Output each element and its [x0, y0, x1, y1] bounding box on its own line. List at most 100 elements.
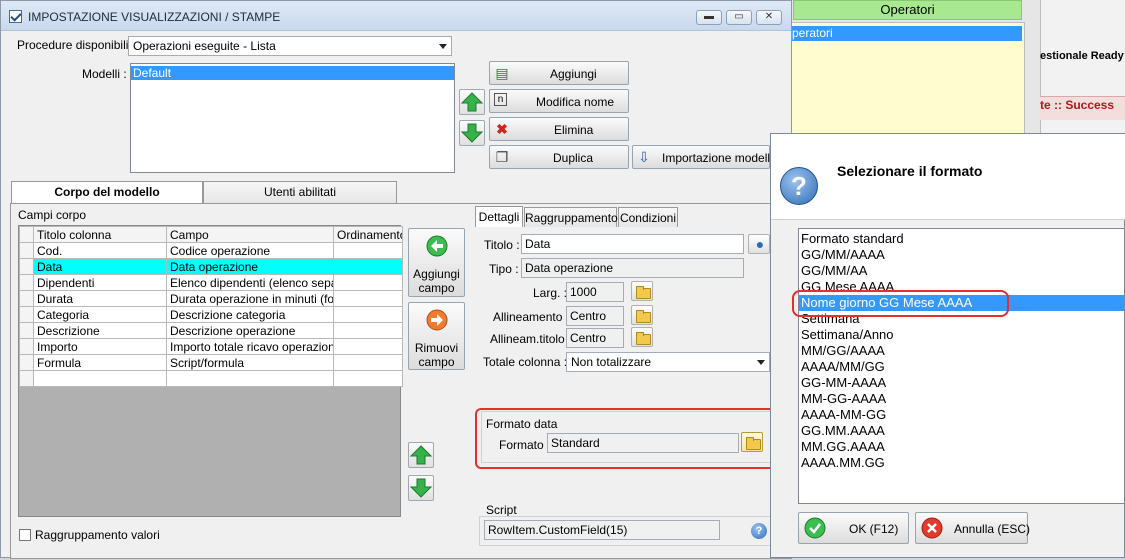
row-indicator[interactable] — [19, 322, 34, 339]
restore-button[interactable]: ▭ — [726, 10, 752, 25]
cell-order[interactable] — [333, 370, 403, 387]
table-row[interactable]: Categoria Descrizione categoria — [19, 306, 403, 323]
format-list-item[interactable]: GG-MM-AAAA — [801, 375, 886, 391]
format-list-item[interactable]: GG/MM/AAAA — [801, 247, 885, 263]
row-indicator[interactable] — [19, 370, 34, 387]
format-list-item[interactable]: AAAA.MM.GG — [801, 455, 885, 471]
cell-title[interactable]: Descrizione — [33, 322, 167, 339]
format-list-item[interactable]: AAAA-MM-GG — [801, 407, 886, 423]
format-list-item[interactable]: MM.GG.AAAA — [801, 439, 885, 455]
title-input[interactable]: Data — [521, 234, 744, 254]
tab-utenti-abilitati[interactable]: Utenti abilitati — [203, 181, 397, 203]
cell-title[interactable]: Categoria — [33, 306, 167, 323]
tab-raggruppamento[interactable]: Raggruppamento — [524, 207, 618, 227]
column-header-order[interactable]: Ordinamento — [333, 226, 403, 243]
translate-button[interactable]: ● — [748, 234, 770, 254]
cell-order[interactable] — [333, 306, 403, 323]
align-input[interactable]: Centro — [566, 306, 624, 326]
cell-field[interactable]: Codice operazione — [166, 242, 334, 259]
model-item-default[interactable]: Default — [131, 66, 454, 80]
table-row[interactable]: Formula Script/formula — [19, 354, 403, 371]
fields-table[interactable]: Titolo colonna Campo Ordinamento Cod. Cod… — [19, 226, 403, 387]
delete-model-button[interactable]: ✖ Elimina — [489, 117, 629, 141]
table-row[interactable]: Durata Durata operazione in minuti (for..… — [19, 290, 403, 307]
minimize-button[interactable]: ▬ — [696, 10, 722, 25]
cell-order[interactable] — [333, 354, 403, 371]
move-field-up-button[interactable] — [408, 442, 434, 468]
format-list-item[interactable]: GG.MM.AAAA — [801, 423, 885, 439]
tab-corpo-del-modello[interactable]: Corpo del modello — [11, 181, 203, 205]
width-input[interactable]: 1000 — [566, 282, 624, 302]
ok-button[interactable]: OK (F12) — [798, 512, 909, 544]
cell-field[interactable]: Data operazione — [166, 258, 334, 275]
cell-field[interactable]: Descrizione categoria — [166, 306, 334, 323]
column-header-field[interactable]: Campo — [166, 226, 334, 243]
cell-title[interactable]: Formula — [33, 354, 167, 371]
add-field-button[interactable]: Aggiungi campo — [408, 228, 465, 297]
table-row[interactable]: Descrizione Descrizione operazione — [19, 322, 403, 339]
cell-title[interactable]: Data — [33, 258, 167, 275]
title-bar[interactable]: IMPOSTAZIONE VISUALIZZAZIONI / STAMPE ▬ … — [1, 1, 791, 31]
cell-title[interactable]: Cod. — [33, 242, 167, 259]
procedure-select[interactable]: Operazioni eseguite - Lista — [128, 36, 452, 56]
move-field-down-button[interactable] — [408, 475, 434, 501]
help-icon[interactable]: ? — [751, 523, 767, 539]
cell-order[interactable] — [333, 290, 403, 307]
row-indicator[interactable] — [19, 290, 34, 307]
table-row[interactable]: Cod. Codice operazione — [19, 242, 403, 259]
cell-title[interactable] — [33, 370, 167, 387]
cancel-button[interactable]: Annulla (ESC) — [915, 512, 1030, 544]
row-indicator[interactable] — [19, 242, 34, 259]
cell-field[interactable]: Descrizione operazione — [166, 322, 334, 339]
format-list-item[interactable]: Settimana/Anno — [801, 327, 894, 343]
column-header-title[interactable]: Titolo colonna — [33, 226, 167, 243]
table-row[interactable]: Dipendenti Elenco dipendenti (elenco sepa… — [19, 274, 403, 291]
cell-order[interactable] — [333, 242, 403, 259]
cell-field[interactable]: Durata operazione in minuti (for... — [166, 290, 334, 307]
fields-grid[interactable]: Titolo colonna Campo Ordinamento Cod. Cod… — [18, 225, 403, 517]
title-align-folder-button[interactable] — [631, 327, 653, 347]
format-list-item[interactable]: AAAA/MM/GG — [801, 359, 885, 375]
row-indicator[interactable] — [19, 354, 34, 371]
move-model-down-button[interactable] — [459, 120, 485, 146]
format-list-item[interactable]: GG/MM/AA — [801, 263, 867, 279]
cell-field[interactable] — [166, 370, 334, 387]
format-list-item[interactable]: Formato standard — [801, 231, 904, 247]
group-values-checkbox[interactable] — [19, 529, 31, 541]
table-row[interactable]: Data Data operazione — [19, 258, 403, 275]
format-list-item[interactable]: MM/GG/AAAA — [801, 343, 885, 359]
models-list[interactable]: Default — [130, 63, 455, 173]
tab-dettagli[interactable]: Dettagli — [475, 206, 523, 227]
cell-field[interactable]: Script/formula — [166, 354, 334, 371]
cell-title[interactable]: Durata — [33, 290, 167, 307]
cell-title[interactable]: Dipendenti — [33, 274, 167, 291]
import-model-button[interactable]: ⇩ Importazione modello — [632, 145, 777, 169]
cell-title[interactable]: Importo — [33, 338, 167, 355]
cell-order[interactable] — [333, 274, 403, 291]
table-row[interactable]: Importo Importo totale ricavo operazione.… — [19, 338, 403, 355]
row-indicator[interactable] — [19, 258, 34, 275]
remove-field-button[interactable]: Rimuovi campo — [408, 302, 465, 370]
cell-order[interactable] — [333, 338, 403, 355]
format-list[interactable]: Formato standard GG/MM/AAAA GG/MM/AA GG Mes… — [798, 228, 1125, 504]
rename-model-button[interactable]: n Modifica nome — [489, 89, 629, 113]
add-model-button[interactable]: ▤ Aggiungi — [489, 61, 629, 85]
cell-field[interactable]: Elenco dipendenti (elenco separ... — [166, 274, 334, 291]
script-input[interactable]: RowItem.CustomField(15) — [484, 520, 720, 540]
duplicate-model-button[interactable]: ❐ Duplica — [489, 145, 629, 169]
title-align-input[interactable]: Centro — [566, 328, 624, 348]
cell-order[interactable] — [333, 322, 403, 339]
align-folder-button[interactable] — [631, 305, 653, 325]
close-button[interactable]: ✕ — [756, 10, 782, 25]
format-list-item[interactable]: MM-GG-AAAA — [801, 391, 886, 407]
move-model-up-button[interactable] — [459, 89, 485, 115]
row-indicator[interactable] — [19, 274, 34, 291]
width-folder-button[interactable] — [631, 281, 653, 301]
tab-condizioni[interactable]: Condizioni — [618, 207, 678, 227]
cell-order[interactable] — [333, 258, 403, 275]
total-select[interactable]: Non totalizzare — [566, 352, 770, 372]
table-row[interactable] — [19, 370, 403, 387]
row-indicator[interactable] — [19, 306, 34, 323]
cell-field[interactable]: Importo totale ricavo operazione... — [166, 338, 334, 355]
row-indicator[interactable] — [19, 338, 34, 355]
